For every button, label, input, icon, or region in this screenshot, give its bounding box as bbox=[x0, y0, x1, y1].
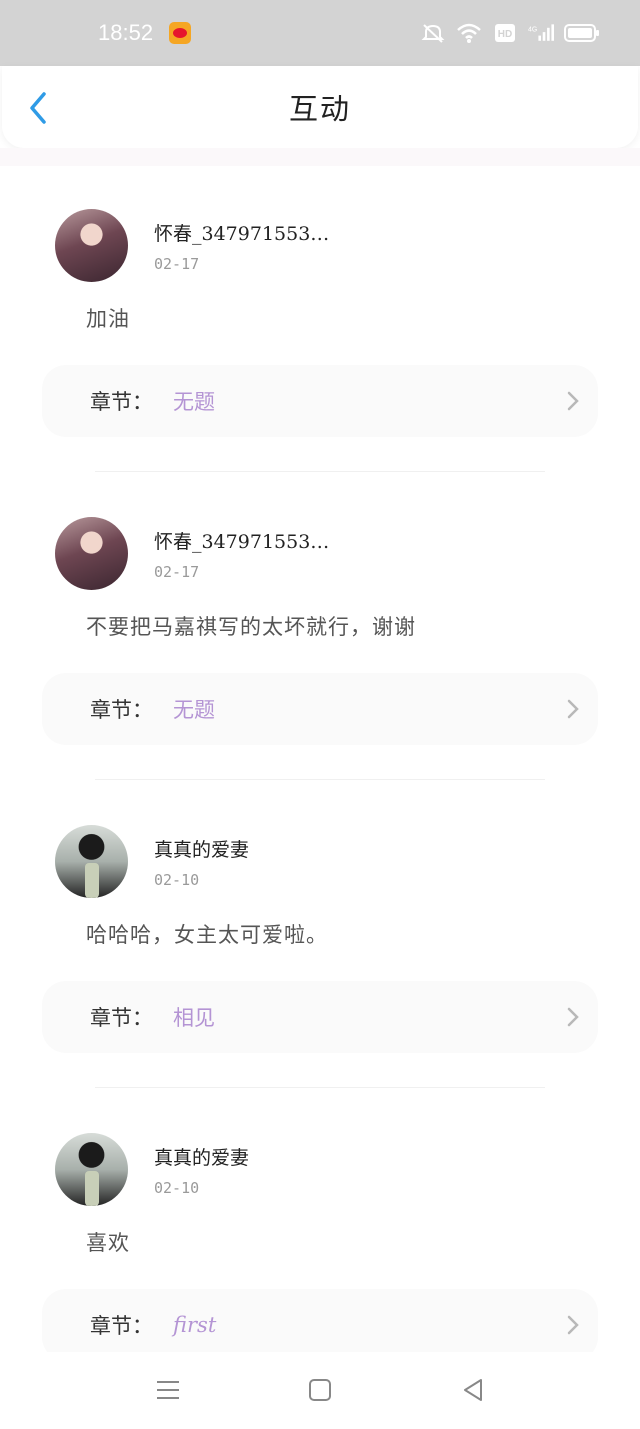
hd-icon: HD bbox=[495, 24, 515, 42]
comment-item: 怀春_347971553… 02-17 加油 章节： 无题 bbox=[0, 209, 640, 517]
4g-signal-icon: 4G bbox=[528, 24, 554, 41]
chapter-label: 章节： bbox=[90, 1006, 153, 1030]
chapter-name: first bbox=[173, 1313, 217, 1337]
wifi-icon bbox=[457, 23, 481, 43]
back-triangle-icon[interactable] bbox=[459, 1376, 487, 1404]
chevron-right-icon bbox=[567, 391, 579, 411]
username[interactable]: 怀春_347971553… bbox=[154, 527, 329, 554]
home-square-icon[interactable] bbox=[306, 1376, 334, 1404]
comment-text: 加油 bbox=[86, 307, 130, 331]
avatar[interactable] bbox=[55, 1133, 128, 1206]
chevron-right-icon bbox=[567, 1315, 579, 1335]
back-button[interactable] bbox=[22, 88, 54, 128]
divider bbox=[95, 1087, 545, 1088]
avatar[interactable] bbox=[55, 517, 128, 590]
username[interactable]: 真真的爱妻 bbox=[154, 1143, 249, 1170]
comment-text: 不要把马嘉祺写的太坏就行，谢谢 bbox=[86, 615, 416, 639]
divider bbox=[95, 471, 545, 472]
comment-date: 02-10 bbox=[154, 871, 200, 889]
chapter-link[interactable]: 章节： 相见 bbox=[42, 981, 598, 1053]
svg-text:HD: HD bbox=[498, 29, 512, 40]
chapter-name: 无题 bbox=[173, 390, 215, 414]
chapter-link[interactable]: 章节： 无题 bbox=[42, 673, 598, 745]
comment-item: 真真的爱妻 02-10 喜欢 章节： first bbox=[0, 1133, 640, 1352]
chapter-link[interactable]: 章节： 无题 bbox=[42, 365, 598, 437]
comment-date: 02-17 bbox=[154, 563, 200, 581]
battery-icon bbox=[564, 24, 599, 42]
comment-date: 02-10 bbox=[154, 1179, 200, 1197]
chevron-right-icon bbox=[567, 1007, 579, 1027]
chapter-label: 章节： bbox=[90, 390, 153, 414]
svg-text:4G: 4G bbox=[528, 26, 537, 33]
menu-icon[interactable] bbox=[154, 1376, 182, 1404]
weibo-icon bbox=[169, 22, 192, 44]
comment-text: 哈哈哈，女主太可爱啦。 bbox=[86, 923, 328, 947]
username[interactable]: 怀春_347971553… bbox=[154, 219, 329, 246]
page-title: 互动 bbox=[288, 92, 351, 126]
chapter-name: 无题 bbox=[173, 698, 215, 722]
divider bbox=[95, 779, 545, 780]
avatar[interactable] bbox=[55, 209, 128, 282]
header-bar: 互动 bbox=[2, 66, 638, 148]
avatar[interactable] bbox=[55, 825, 128, 898]
status-time: 18:52 bbox=[98, 20, 154, 45]
chevron-left-icon bbox=[30, 92, 46, 124]
chapter-name: 相见 bbox=[173, 1006, 215, 1030]
comment-item: 怀春_347971553… 02-17 不要把马嘉祺写的太坏就行，谢谢 章节： … bbox=[0, 517, 640, 825]
header-band bbox=[0, 148, 640, 166]
username[interactable]: 真真的爱妻 bbox=[154, 835, 249, 862]
comment-date: 02-17 bbox=[154, 255, 200, 273]
status-icons: HD 4G bbox=[420, 22, 600, 44]
chapter-label: 章节： bbox=[90, 698, 153, 722]
system-nav-bar bbox=[0, 1352, 640, 1429]
mute-icon bbox=[421, 24, 445, 43]
chapter-link[interactable]: 章节： first bbox=[42, 1289, 598, 1352]
comment-text: 喜欢 bbox=[86, 1231, 130, 1255]
comment-item: 真真的爱妻 02-10 哈哈哈，女主太可爱啦。 章节： 相见 bbox=[0, 825, 640, 1133]
status-bar: 18:52 HD 4G bbox=[0, 0, 640, 66]
chevron-right-icon bbox=[567, 699, 579, 719]
chapter-label: 章节： bbox=[90, 1314, 153, 1338]
